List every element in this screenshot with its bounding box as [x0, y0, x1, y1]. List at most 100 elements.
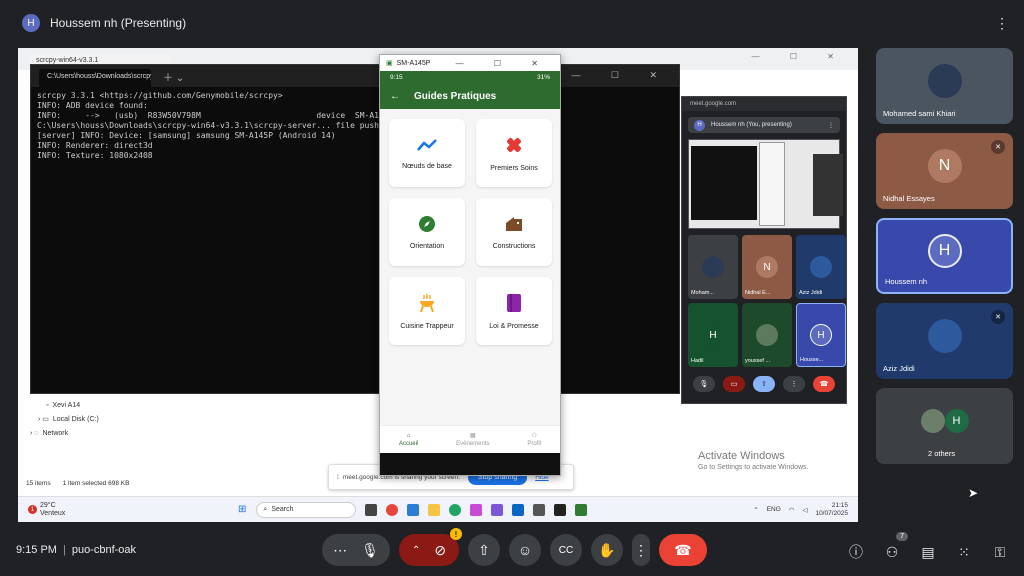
phone-window-controls[interactable]: — ☐ ✕ [456, 59, 560, 68]
participant-tile[interactable]: Mohamed sami Khiari [876, 48, 1013, 124]
edge-icon[interactable] [449, 503, 462, 516]
chevron-up-icon[interactable]: ⌃ [412, 545, 420, 556]
tree-item-device[interactable]: ▫ Xevi A14 [30, 398, 370, 412]
mini-tile[interactable]: Aziz Jdidi [796, 235, 846, 299]
phone-mirror-window[interactable]: ▣ SM-A145P — ☐ ✕ 9:15 31% ← Guides Prati… [379, 54, 561, 476]
back-arrow-icon[interactable]: ← [390, 91, 400, 102]
phone-window-title: SM-A145P [396, 59, 431, 67]
bandage-icon [507, 137, 521, 152]
app-icon[interactable] [470, 503, 483, 516]
nav-profile[interactable]: ⚇ Profil [527, 432, 541, 447]
nav-home[interactable]: ⌂ Accueil [399, 433, 418, 447]
participant-tile[interactable]: H Houssem nh [876, 218, 1013, 294]
camera-off-icon[interactable]: ▭ [723, 376, 745, 392]
taskbar-search[interactable]: ⌕ Search [256, 501, 357, 518]
file-explorer-icon[interactable] [428, 503, 441, 516]
android-navbar[interactable] [380, 453, 560, 475]
book-icon [507, 293, 521, 312]
mini-tile[interactable]: H Housse... [796, 303, 846, 367]
app-icon[interactable] [491, 503, 504, 516]
mic-icon[interactable]: 🎙 [693, 376, 715, 392]
weather-badge: 1 [28, 505, 37, 514]
guide-grid: Nœuds de base Premiers Soins Orientation… [380, 109, 560, 345]
info-icon[interactable]: ⓘ [848, 542, 864, 562]
volume-icon[interactable]: ◁ [802, 506, 807, 514]
drag-handle-icon[interactable]: ⁞ [337, 474, 339, 481]
meeting-info: 9:15 PM | puo-cbnf-oak [16, 544, 137, 556]
mini-tile[interactable]: H Hadil [688, 303, 738, 367]
terminal-tabbar: C:\Users\houss\Downloads\scrcpy ＋ ⌄ — ☐ … [31, 65, 679, 87]
weather-widget[interactable]: 1 29°C Venteux [18, 502, 238, 518]
participant-name: Aziz Jdidi [883, 364, 915, 373]
vscode-icon[interactable] [407, 503, 420, 516]
calendar-icon: ▦ [470, 433, 476, 439]
person-icon: ⚇ [531, 433, 537, 439]
chevron-up-icon[interactable]: ⌃ [753, 506, 758, 514]
weather-desc: Venteux [40, 509, 66, 517]
participant-tile-others[interactable]: H 2 others [876, 388, 1013, 464]
guide-card-premiers-soins[interactable]: Premiers Soins [476, 119, 552, 187]
terminal-icon[interactable] [554, 503, 567, 516]
people-icon[interactable]: ⚇ 7 [884, 531, 908, 561]
mini-tile[interactable]: youssef ... [742, 303, 792, 367]
guide-card-noeuds[interactable]: Nœuds de base [389, 119, 465, 187]
guide-card-constructions[interactable]: Constructions [476, 198, 552, 266]
outlook-icon[interactable] [512, 503, 525, 516]
more-options-icon: ⋮ [634, 541, 648, 558]
windows-taskbar: 1 29°C Venteux ⊞ ⌕ Search ⌃ ENG ◠ ◁ 21:1 [18, 496, 858, 522]
preview-meet [813, 154, 843, 216]
captions-button[interactable]: CC [550, 534, 582, 566]
chrome-icon[interactable] [386, 503, 399, 516]
participant-tile[interactable]: ✕ N Nidhal Essayes [876, 133, 1013, 209]
avatar: H [944, 409, 969, 433]
store-icon[interactable] [533, 503, 546, 516]
terminal-window[interactable]: C:\Users\houss\Downloads\scrcpy ＋ ⌄ — ☐ … [30, 64, 680, 394]
mini-tile[interactable]: N Nidhal E... [742, 235, 792, 299]
taskbar-clock[interactable]: 21:15 10/07/2025 [815, 502, 848, 518]
more-options-icon[interactable]: ⋮ [783, 376, 805, 392]
nav-label: Profil [527, 441, 542, 447]
wifi-icon[interactable]: ◠ [789, 506, 795, 514]
terminal-tab[interactable]: C:\Users\houss\Downloads\scrcpy [39, 69, 151, 87]
terminal-window-controls[interactable]: — ☐ ✕ [571, 70, 671, 81]
participant-tile[interactable]: ✕ Aziz Jdidi [876, 303, 1013, 379]
card-label: Loi & Promesse [489, 322, 539, 330]
tree-item-network[interactable]: › ◌ Network [30, 426, 370, 440]
activate-subtitle: Go to Settings to activate Windows. [698, 464, 809, 471]
guide-card-cuisine[interactable]: Cuisine Trappeur [389, 277, 465, 345]
meet-mini-window[interactable]: meet.google.com H Houssem nh (You, prese… [681, 96, 847, 404]
scrcpy-icon[interactable] [575, 503, 588, 516]
camera-button[interactable]: ⌃ ⊘ ! [399, 528, 462, 566]
language-indicator[interactable]: ENG [767, 506, 781, 513]
host-controls-icon[interactable]: ⚿ [992, 544, 1008, 561]
more-icon[interactable]: ⋯ [333, 542, 347, 559]
mini-tile[interactable]: Moham... [688, 235, 738, 299]
more-options-icon[interactable]: ⋮ [828, 122, 834, 129]
windows-start-icon[interactable]: ⊞ [238, 504, 246, 515]
warning-icon: ! [450, 528, 462, 540]
chat-icon[interactable]: ▤ [920, 544, 936, 561]
leave-call-button[interactable]: ☎ [659, 534, 707, 566]
mini-tile-name: youssef ... [745, 358, 771, 364]
guide-card-loi[interactable]: Loi & Promesse [476, 277, 552, 345]
raise-hand-button[interactable]: ✋ [591, 534, 623, 566]
hang-up-icon[interactable]: ☎ [813, 376, 835, 392]
explorer-window-controls[interactable]: — ☐ ✕ [752, 52, 848, 61]
activities-icon[interactable]: ⁙ [956, 544, 972, 561]
emoji-button[interactable]: ☺ [509, 534, 541, 566]
meet-mini-tiles: Moham... N Nidhal E... Aziz Jdidi H Hadi… [682, 229, 846, 373]
tree-item-local-disk[interactable]: › ▭ Local Disk (C:) [30, 412, 370, 426]
avatar: H [702, 324, 724, 346]
preview-terminal [691, 146, 757, 220]
present-button[interactable]: ⇧ [468, 534, 500, 566]
guide-card-orientation[interactable]: Orientation [389, 198, 465, 266]
new-tab-icon[interactable]: ＋ ⌄ [163, 69, 184, 84]
more-options-button[interactable]: ⋮ [632, 534, 650, 566]
more-options-icon[interactable]: ⋮ [995, 15, 1010, 32]
task-view-icon[interactable] [365, 503, 378, 516]
mic-button[interactable]: ⋯ 🎙 [322, 534, 390, 566]
mini-tile-name: Housse... [800, 357, 824, 363]
nav-events[interactable]: ▦ Evènements [456, 432, 489, 447]
present-icon[interactable]: ⇧ [753, 376, 775, 392]
hand-icon: ✋ [598, 541, 616, 558]
